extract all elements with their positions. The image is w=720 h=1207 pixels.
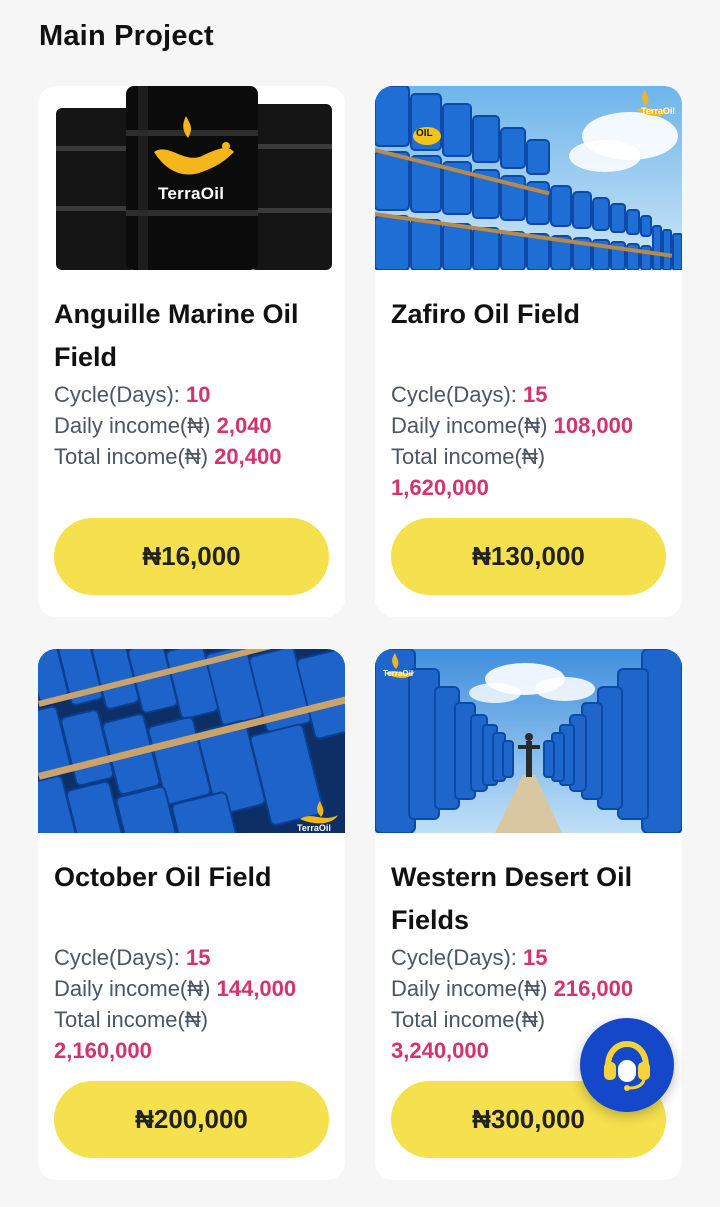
daily-income-value: 216,000	[553, 976, 634, 1001]
terraoil-logo-text: TerraOil	[158, 184, 225, 203]
project-stats: Cycle(Days): 10 Daily income(₦) 2,040 To…	[54, 379, 329, 472]
project-name: October Oil Field	[54, 862, 272, 892]
cycle-row: Cycle(Days): 10	[54, 379, 329, 410]
barrel-label: OIL	[416, 128, 433, 139]
daily-income-row: Daily income(₦) 108,000	[391, 410, 666, 441]
cycle-value: 15	[523, 382, 548, 407]
total-income-row: Total income(₦) 20,400	[54, 441, 329, 472]
total-income-label: Total income(₦)	[54, 444, 209, 469]
cycle-value: 15	[186, 945, 211, 970]
project-stats: Cycle(Days): 15 Daily income(₦) 144,000 …	[54, 942, 329, 1066]
daily-income-value: 108,000	[553, 413, 634, 438]
terraoil-logo-text: TerraOil	[297, 823, 331, 833]
buy-button[interactable]: ₦130,000	[391, 518, 666, 595]
project-image: TerraOil	[375, 649, 682, 833]
cycle-value: 15	[523, 945, 548, 970]
project-grid: TerraOil Anguille Marine Oil Field Cycle…	[38, 86, 682, 1180]
project-card: TerraOil Anguille Marine Oil Field Cycle…	[38, 86, 345, 617]
total-income-value: 2,160,000	[54, 1038, 152, 1063]
project-card: TerraOil October Oil Field Cycle(Days): …	[38, 649, 345, 1180]
total-income-row: Total income(₦) 1,620,000	[391, 441, 621, 503]
cycle-label: Cycle(Days):	[391, 382, 517, 407]
cycle-label: Cycle(Days):	[54, 382, 180, 407]
cycle-value: 10	[186, 382, 211, 407]
daily-income-row: Daily income(₦) 216,000	[391, 973, 666, 1004]
total-income-row: Total income(₦) 2,160,000	[54, 1004, 284, 1066]
daily-income-row: Daily income(₦) 2,040	[54, 410, 329, 441]
cycle-row: Cycle(Days): 15	[54, 942, 329, 973]
buy-button[interactable]: ₦16,000	[54, 518, 329, 595]
daily-income-value: 144,000	[216, 976, 297, 1001]
headset-icon	[604, 1040, 650, 1091]
daily-income-label: Daily income(₦)	[54, 413, 211, 438]
total-income-value: 20,400	[214, 444, 282, 469]
project-image: TerraOil	[38, 86, 345, 270]
daily-income-label: Daily income(₦)	[54, 976, 211, 1001]
total-income-label: Total income(₦)	[391, 444, 546, 469]
project-name: Western Desert Oil Fields	[391, 862, 633, 935]
page-title: Main Project	[39, 20, 214, 52]
buy-button[interactable]: ₦200,000	[54, 1081, 329, 1158]
daily-income-value: 2,040	[216, 413, 272, 438]
project-name: Anguille Marine Oil Field	[54, 299, 299, 372]
terraoil-logo-text: TerraOil	[383, 669, 414, 678]
project-image: TerraOil	[38, 649, 345, 833]
total-income-label: Total income(₦)	[54, 1007, 209, 1032]
customer-support-button[interactable]	[580, 1018, 674, 1112]
terraoil-logo-text: TerraOil	[641, 106, 675, 116]
daily-income-label: Daily income(₦)	[391, 976, 548, 1001]
project-stats: Cycle(Days): 15 Daily income(₦) 108,000 …	[391, 379, 666, 503]
cycle-label: Cycle(Days):	[54, 945, 180, 970]
total-income-label: Total income(₦)	[391, 1007, 546, 1032]
project-name: Zafiro Oil Field	[391, 299, 581, 329]
total-income-value: 3,240,000	[391, 1038, 489, 1063]
cycle-row: Cycle(Days): 15	[391, 942, 666, 973]
project-card: OIL TerraOil Zafiro Oil Field Cycle(Days…	[375, 86, 682, 617]
total-income-value: 1,620,000	[391, 475, 489, 500]
daily-income-row: Daily income(₦) 144,000	[54, 973, 329, 1004]
cycle-row: Cycle(Days): 15	[391, 379, 666, 410]
cycle-label: Cycle(Days):	[391, 945, 517, 970]
daily-income-label: Daily income(₦)	[391, 413, 548, 438]
project-image: OIL TerraOil	[375, 86, 682, 270]
